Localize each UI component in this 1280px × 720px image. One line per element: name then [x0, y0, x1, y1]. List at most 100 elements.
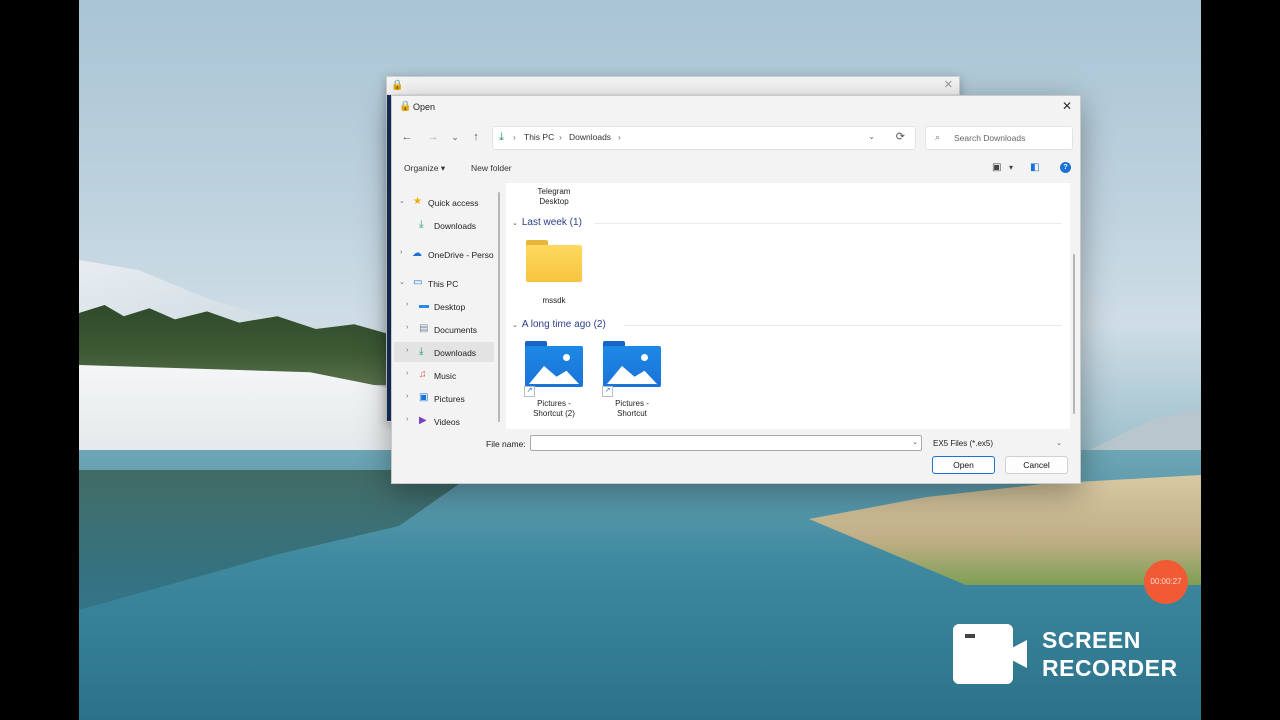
navigation-bar: ← → ⌄ ↑ ⤓ › This PC › Downloads › ⌄ ⟳ ⌕ … [392, 124, 1080, 150]
breadcrumb-separator: › [559, 132, 562, 142]
search-box[interactable]: ⌕ Search Downloads [925, 126, 1073, 150]
view-icon[interactable]: ▣ [992, 162, 1001, 173]
organize-button[interactable]: Organize ▾ [404, 163, 445, 174]
download-icon: ⤓ [419, 219, 424, 230]
file-name-input[interactable]: ⌄ [530, 435, 922, 451]
chevron-right-icon[interactable]: › [406, 370, 408, 377]
chevron-down-icon: ⌄ [1056, 440, 1062, 447]
address-bar[interactable]: ⤓ › This PC › Downloads › ⌄ ⟳ [492, 126, 916, 150]
sidebar-item-videos[interactable]: › ▶ Videos [394, 411, 494, 429]
videos-icon: ▶ [419, 415, 427, 426]
background-close-icon[interactable]: ✕ [944, 78, 953, 91]
file-name: Pictures - Shortcut [597, 399, 667, 419]
sidebar-item-label: Music [434, 371, 457, 381]
sidebar-item-quick-access[interactable]: ⌄ ★ Quick access [394, 192, 494, 212]
pictures-folder-icon [525, 341, 583, 387]
file-name-line: Pictures - [615, 399, 649, 408]
lock-icon: 🔒 [391, 80, 404, 91]
sidebar-scrollbar[interactable] [498, 192, 500, 422]
desktop-icon: ▬ [419, 300, 429, 311]
group-label: Last week (1) [521, 217, 582, 228]
file-name: Pictures - Shortcut (2) [519, 399, 589, 419]
group-divider [594, 223, 1062, 224]
sidebar-item-pictures[interactable]: › ▣ Pictures [394, 388, 494, 408]
lock-icon: 🔒 [399, 101, 412, 112]
sidebar-item-documents[interactable]: › ▤ Documents [394, 319, 494, 339]
sidebar-item-this-pc[interactable]: ⌄ ▭ This PC [394, 273, 494, 293]
dialog-title: Open [413, 102, 436, 112]
shortcut-arrow-icon: ↗ [602, 386, 613, 397]
sidebar-item-label: Pictures [434, 394, 465, 404]
search-placeholder: Search Downloads [954, 133, 1026, 143]
group-label: A long time ago (2) [521, 319, 606, 330]
chevron-down-icon: ⌄ [512, 322, 518, 329]
open-button[interactable]: Open [932, 456, 995, 474]
help-icon[interactable]: ? [1060, 162, 1071, 173]
chevron-down-icon[interactable]: ⌄ [399, 278, 405, 286]
command-bar: Organize ▾ New folder ▣ ▾ ◧ ? [392, 158, 1080, 180]
music-icon: ♫ [419, 369, 427, 380]
sidebar-item-label: This PC [428, 279, 459, 289]
wallpaper-mountain-right [1079, 410, 1201, 455]
file-list-scrollbar[interactable] [1073, 254, 1075, 414]
forward-button[interactable]: → [425, 129, 441, 145]
chevron-right-icon[interactable]: › [406, 393, 408, 400]
chevron-right-icon[interactable]: › [406, 347, 408, 354]
sidebar-item-label: OneDrive - Perso [428, 250, 494, 260]
file-name-line: Desktop [539, 197, 569, 206]
group-header-last-week[interactable]: ⌄ Last week (1) [512, 217, 582, 228]
search-icon: ⌕ [935, 132, 941, 142]
recording-timer-badge[interactable]: 00:00:27 [1144, 560, 1188, 604]
sidebar-item-downloads[interactable]: › ⤓ Downloads [394, 342, 494, 362]
refresh-icon[interactable]: ⟳ [896, 130, 905, 143]
cancel-button[interactable]: Cancel [1005, 456, 1068, 474]
screen-recorder-logo-icon [953, 624, 1027, 684]
documents-icon: ▤ [419, 323, 429, 334]
sidebar-item-desktop[interactable]: › ▬ Desktop [394, 296, 494, 316]
camera-icon [953, 624, 1013, 684]
chevron-right-icon[interactable]: › [406, 416, 408, 423]
sidebar-item-quick-downloads[interactable]: ⤓ Downloads [394, 215, 494, 235]
close-button[interactable]: ✕ [1059, 98, 1075, 114]
back-button[interactable]: ← [399, 129, 415, 145]
chevron-right-icon[interactable]: › [406, 324, 408, 331]
breadcrumb-separator: › [513, 132, 516, 142]
navigation-pane: ⌄ ★ Quick access ⤓ Downloads › ☁ OneDriv… [394, 183, 494, 429]
background-window-titlebar: 🔒 ✕ [387, 77, 959, 95]
file-name-line: Telegram [537, 187, 571, 196]
computer-icon: ▭ [413, 277, 423, 288]
preview-pane-icon[interactable]: ◧ [1030, 162, 1039, 173]
chevron-right-icon[interactable]: › [400, 249, 402, 256]
group-divider [624, 325, 1062, 326]
watermark-line: SCREEN [1042, 627, 1141, 653]
pictures-folder-icon [603, 341, 661, 387]
file-name-line: Shortcut [617, 409, 647, 418]
cloud-icon: ☁ [412, 248, 422, 259]
breadcrumb-downloads[interactable]: Downloads [569, 132, 611, 142]
group-header-long-time-ago[interactable]: ⌄ A long time ago (2) [512, 319, 606, 330]
sidebar-item-onedrive[interactable]: › ☁ OneDrive - Perso [394, 244, 494, 264]
chevron-down-icon[interactable]: ⌄ [399, 197, 405, 205]
file-name-label: File name: [486, 439, 526, 449]
chevron-down-icon[interactable]: ⌄ [912, 438, 918, 446]
file-item-telegram-desktop[interactable]: Telegram Desktop [519, 187, 589, 207]
sidebar-item-music[interactable]: › ♫ Music [394, 365, 494, 385]
view-dropdown-button[interactable]: ▾ [1009, 163, 1013, 172]
file-name-line: Shortcut (2) [533, 409, 575, 418]
screen-recorder-watermark: SCREEN RECORDER [1042, 626, 1178, 682]
chevron-down-icon[interactable]: ⌄ [868, 132, 875, 141]
new-folder-button[interactable]: New folder [471, 163, 512, 173]
star-icon: ★ [413, 196, 422, 207]
breadcrumb-separator: › [618, 132, 621, 142]
file-type-value: EX5 Files (*.ex5) [933, 439, 994, 448]
watermark-line: RECORDER [1042, 655, 1178, 681]
chevron-down-icon: ⌄ [512, 220, 518, 227]
up-button[interactable]: ↑ [468, 129, 484, 145]
breadcrumb-this-pc[interactable]: This PC [524, 132, 554, 142]
sidebar-item-label: Documents [434, 325, 477, 335]
file-name: mssdk [542, 296, 566, 305]
pictures-icon: ▣ [419, 392, 429, 403]
file-type-select[interactable]: EX5 Files (*.ex5) ⌄ [929, 435, 1066, 451]
recent-locations-button[interactable]: ⌄ [447, 129, 463, 145]
chevron-right-icon[interactable]: › [406, 301, 408, 308]
